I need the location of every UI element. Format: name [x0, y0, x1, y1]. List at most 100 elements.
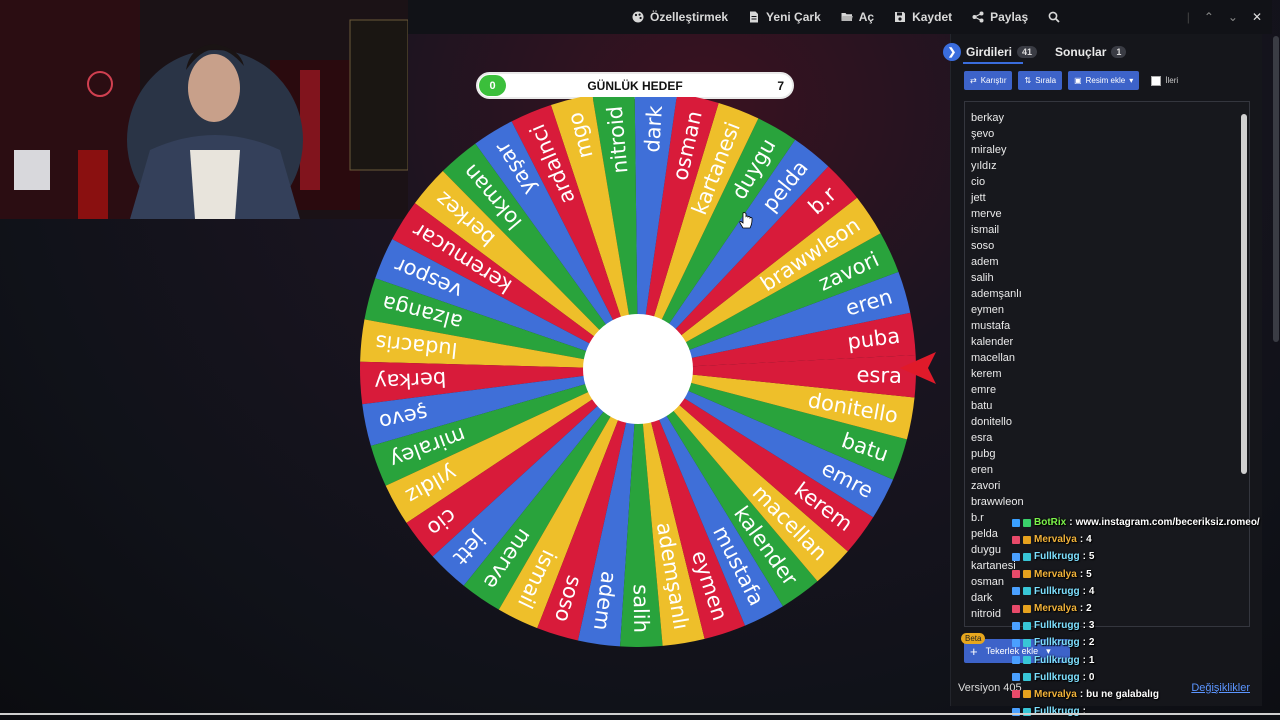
- platform-badge-icon: [1012, 518, 1020, 527]
- share-button[interactable]: Paylaş: [972, 10, 1028, 24]
- chat-message: Mervalya: bu ne galabalıg: [1012, 686, 1272, 703]
- save-button[interactable]: Kaydet: [894, 10, 952, 24]
- chat-username: Fullkrugg: [1034, 620, 1080, 632]
- beta-badge: Beta: [961, 633, 986, 644]
- search-icon: [1048, 11, 1060, 23]
- open-button[interactable]: Aç: [841, 10, 874, 24]
- plus-icon: +: [970, 643, 978, 659]
- chat-separator: :: [1069, 517, 1073, 529]
- entry-item: şevo: [971, 128, 995, 140]
- chat-message: Fullkrugg:5: [1012, 548, 1272, 565]
- platform-badge-icon: [1012, 604, 1020, 613]
- close-icon[interactable]: ✕: [1252, 10, 1262, 24]
- goal-max: 7: [777, 78, 784, 93]
- chat-separator: :: [1082, 620, 1086, 632]
- user-badge-icon: [1023, 638, 1031, 647]
- chat-text: 4: [1088, 585, 1095, 597]
- entry-item: kalender: [971, 336, 1014, 348]
- wheel-segment-label: berkay: [374, 367, 447, 395]
- chevron-up-icon[interactable]: ⌃: [1204, 10, 1214, 24]
- spin-wheel[interactable]: pubaerenzavoribrawwleonb.rpeldaduygukart…: [360, 97, 920, 647]
- wheel-segment-label: esra: [856, 363, 902, 388]
- advanced-toggle[interactable]: İleri: [1151, 75, 1178, 86]
- chat-text: 0: [1088, 671, 1095, 683]
- chat-message: Fullkrugg:1: [1012, 652, 1272, 669]
- sort-icon: ⇅: [1024, 76, 1032, 85]
- entry-item: cio: [971, 176, 986, 188]
- chevron-down-icon[interactable]: ⌄: [1228, 10, 1238, 24]
- chat-separator: :: [1082, 706, 1086, 718]
- chat-separator: :: [1082, 551, 1086, 563]
- tab-results-count: 1: [1111, 46, 1127, 58]
- palette-icon: [632, 11, 644, 23]
- chat-separator: :: [1079, 534, 1084, 546]
- folder-open-icon: [841, 13, 853, 21]
- entry-item: adem: [971, 256, 999, 268]
- customize-button[interactable]: Özelleştirmek: [632, 10, 728, 24]
- entry-item: brawwleon: [971, 496, 1024, 508]
- shuffle-button[interactable]: ⇄ Karıştır: [964, 71, 1013, 90]
- advanced-checkbox[interactable]: [1151, 75, 1162, 86]
- shuffle-icon: ⇄: [970, 76, 977, 85]
- chat-message: Fullkrugg:3: [1012, 617, 1272, 634]
- goal-progress-fill: 0: [479, 75, 506, 96]
- top-toolbar: Özelleştirmek Yeni Çark Aç Kaydet Paylaş…: [408, 0, 1272, 34]
- app-screen: Özelleştirmek Yeni Çark Aç Kaydet Paylaş…: [0, 0, 1280, 720]
- chevron-right-icon[interactable]: ❯: [943, 43, 961, 61]
- user-badge-icon: [1023, 552, 1031, 561]
- chat-text: 1: [1088, 654, 1095, 666]
- add-image-button[interactable]: ▣ Resim ekle ▾: [1068, 71, 1140, 90]
- entry-item: zavori: [971, 480, 1001, 492]
- platform-badge-icon: [1012, 621, 1020, 630]
- chat-username: Fullkrugg: [1034, 637, 1080, 649]
- user-badge-icon: [1023, 621, 1031, 630]
- sort-button[interactable]: ⇅ Sırala: [1018, 71, 1063, 90]
- chat-message: Mervalya:2: [1012, 600, 1272, 617]
- entry-item: eren: [971, 464, 994, 476]
- wheel-center-hub[interactable]: [583, 314, 693, 424]
- entries-toolbar: ⇄ Karıştır ⇅ Sırala ▣ Resim ekle ▾ İleri: [964, 71, 1178, 90]
- sort-label: Sırala: [1035, 76, 1057, 85]
- shuffle-label: Karıştır: [980, 76, 1007, 85]
- tab-entries[interactable]: ❯ Girdileri 41: [943, 43, 1045, 61]
- new-wheel-button[interactable]: Yeni Çark: [748, 10, 821, 24]
- chat-message: Fullkrugg:0: [1012, 669, 1272, 686]
- entry-item: merve: [971, 208, 1002, 220]
- entry-item: pubg: [971, 448, 996, 460]
- platform-badge-icon: [1012, 673, 1020, 682]
- daily-goal-bar: 0 GÜNLÜK HEDEF 7: [476, 72, 794, 99]
- chat-text: 2: [1088, 637, 1095, 649]
- chat-username: Fullkrugg: [1034, 671, 1080, 683]
- chat-separator: :: [1082, 585, 1086, 597]
- chat-text: 4: [1086, 534, 1092, 546]
- separator-icon: |: [1186, 10, 1190, 24]
- window-controls: | ⌃ ⌄ ✕: [1187, 0, 1262, 34]
- tab-entries-label: Girdileri: [966, 45, 1013, 59]
- goal-title: GÜNLÜK HEDEF: [587, 78, 683, 93]
- entry-item: jett: [971, 192, 986, 204]
- wheel-pointer-icon: [900, 352, 936, 384]
- share-icon: [972, 11, 984, 23]
- page-scrollbar[interactable]: [1273, 36, 1279, 342]
- chat-text: 2: [1086, 603, 1092, 615]
- entry-item: ademşanlı: [971, 288, 1022, 300]
- search-button[interactable]: [1048, 11, 1060, 23]
- chat-text: 5: [1086, 568, 1092, 580]
- chat-username: BotRix: [1034, 517, 1067, 529]
- tab-results[interactable]: Sonuçlar 1: [1055, 45, 1134, 59]
- chat-text: bu ne galabalıg: [1086, 688, 1159, 700]
- entry-item: salih: [971, 272, 994, 284]
- entry-item: miraley: [971, 144, 1007, 156]
- save-label: Kaydet: [912, 10, 953, 24]
- scrollbar-thumb[interactable]: [1241, 114, 1247, 474]
- platform-badge-icon: [1012, 690, 1020, 699]
- chat-separator: :: [1082, 654, 1086, 666]
- platform-badge-icon: [1012, 552, 1020, 561]
- bottom-divider: [0, 713, 1280, 715]
- wheel-segment-label: salih: [629, 584, 654, 633]
- user-badge-icon: [1023, 587, 1031, 596]
- share-label: Paylaş: [990, 10, 1029, 24]
- platform-badge-icon: [1012, 570, 1020, 579]
- chat-username: Fullkrugg: [1034, 654, 1080, 666]
- webcam-overlay: [0, 0, 408, 219]
